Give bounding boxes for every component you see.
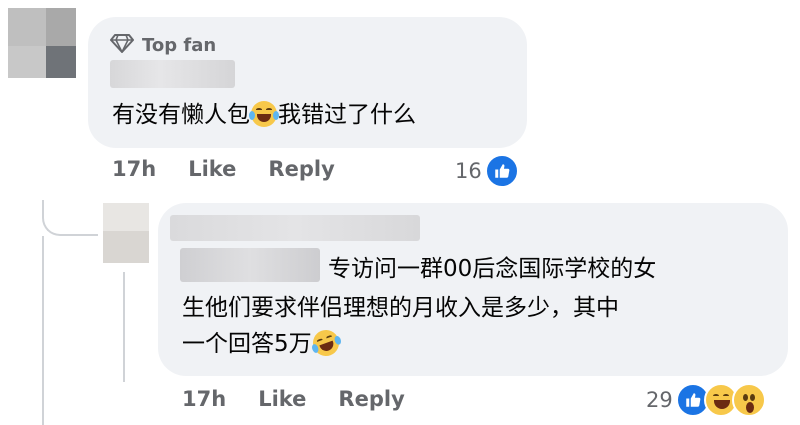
comment-text: 有没有懒人包 我错过了什么 [112,101,416,128]
like-icon [484,154,519,188]
reply-button[interactable]: Reply [338,387,404,411]
rolling-laughing-emoji-icon [308,326,343,360]
blurred-author-name[interactable] [170,215,420,241]
reply-text-line-3: 一个回答5万 [182,324,343,365]
reply-thread-line [123,272,125,382]
wow-icon [731,383,766,417]
reply-button[interactable]: Reply [268,157,334,181]
diamond-icon [110,33,134,57]
reply-actions: 17h Like Reply [182,387,405,411]
badge-label: Top fan [142,34,217,56]
reaction-count: 16 [455,159,482,183]
avatar[interactable] [8,8,76,78]
comment-actions: 17h Like Reply [112,157,335,181]
thread-line [42,236,44,425]
timestamp[interactable]: 17h [182,387,226,411]
thread-connector [42,200,98,236]
like-button[interactable]: Like [258,387,306,411]
reaction-summary[interactable]: 29 [646,383,766,417]
like-button[interactable]: Like [188,157,236,181]
reply-text-line-2: 生他们要求伴侣理想的月收入是多少，其中 [182,295,619,321]
blurred-author-name[interactable] [110,60,235,88]
crying-laughing-emoji-icon [249,101,279,127]
reply-text-line-1: 专访问一群00后念国际学校的女 [328,256,657,282]
reaction-count: 29 [646,388,673,412]
top-fan-badge[interactable]: Top fan [110,33,216,57]
reaction-summary[interactable]: 16 [455,154,519,188]
avatar[interactable] [103,203,149,263]
blurred-mention[interactable] [180,248,320,282]
timestamp[interactable]: 17h [112,157,156,181]
